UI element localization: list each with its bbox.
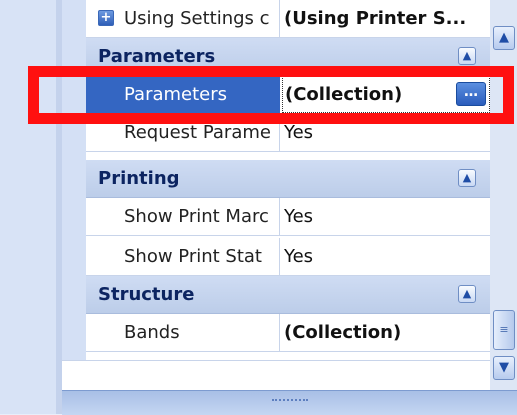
grid-gutter	[62, 0, 86, 360]
property-grid: + Using Settings c (Using Printer S... P…	[62, 0, 490, 360]
property-value[interactable]: Yes	[282, 238, 490, 275]
property-value[interactable]: Yes	[282, 198, 490, 235]
property-value[interactable]: (Using Printer S...	[282, 0, 490, 37]
grid-empty-area	[62, 360, 490, 391]
category-printing[interactable]: Printing ▲	[86, 160, 490, 198]
property-name: Show Print Stat	[86, 238, 280, 275]
chevron-up-icon[interactable]: ▲	[458, 47, 476, 65]
property-row-bands[interactable]: Bands (Collection)	[86, 314, 490, 352]
property-name: Bands	[86, 314, 280, 351]
scroll-down-icon[interactable]: ▼	[493, 356, 515, 380]
property-row-show-print-margins[interactable]: Show Print Marc Yes	[86, 198, 490, 236]
scroll-up-icon[interactable]: ▲	[493, 26, 515, 50]
panel-splitter[interactable]	[62, 390, 517, 415]
category-label: Printing	[98, 168, 180, 189]
splitter-grip-icon[interactable]	[272, 399, 308, 405]
category-structure[interactable]: Structure ▲	[86, 276, 490, 314]
left-panel-strip	[0, 0, 62, 414]
highlight-annotation-box	[28, 66, 514, 124]
vertical-scrollbar[interactable]: ▲ ≡ ▼	[490, 0, 517, 390]
property-value[interactable]: (Collection)	[282, 314, 490, 351]
scroll-thumb[interactable]: ≡	[493, 310, 515, 350]
chevron-up-icon[interactable]: ▲	[458, 169, 476, 187]
property-name: Show Print Marc	[86, 198, 280, 235]
chevron-up-icon[interactable]: ▲	[458, 285, 476, 303]
property-row-show-print-status[interactable]: Show Print Stat Yes	[86, 238, 490, 276]
category-label: Structure	[98, 284, 195, 305]
property-row-using-settings[interactable]: + Using Settings c (Using Printer S...	[86, 0, 490, 38]
property-name: Using Settings c	[86, 0, 280, 37]
